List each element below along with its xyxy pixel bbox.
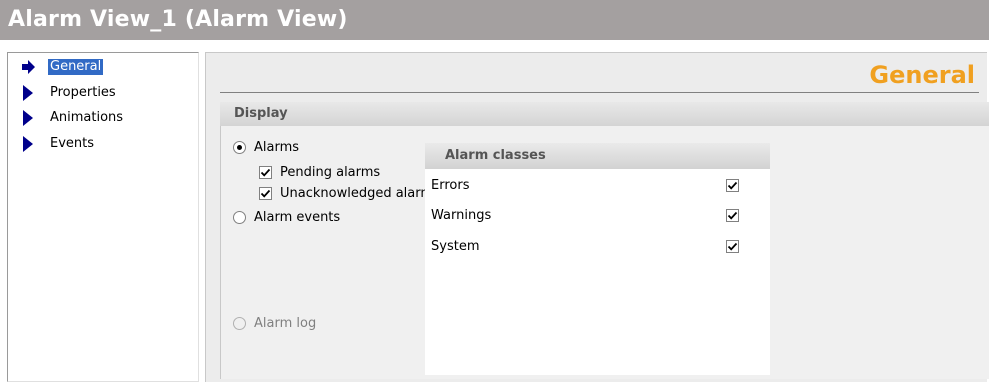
nav-item-label: Properties (50, 85, 116, 100)
nav-item-events[interactable]: Events (22, 134, 96, 154)
nav-item-animations[interactable]: Animations (22, 108, 125, 128)
alarm-class-name: Errors (431, 177, 470, 193)
unacknowledged-alarms-checkbox[interactable]: Unacknowledged alarms (259, 186, 440, 201)
divider (220, 92, 979, 93)
warnings-checkbox[interactable] (726, 208, 739, 222)
checkmark-icon (727, 181, 738, 190)
navigation-tree: General Properties Animations Events (7, 52, 199, 382)
window-title: Alarm View_1 (Alarm View) (0, 0, 989, 40)
triangle-right-icon (22, 85, 36, 101)
pending-alarms-checkbox[interactable]: Pending alarms (259, 165, 380, 180)
checkmark-icon (259, 187, 272, 200)
nav-item-general[interactable]: General (22, 57, 104, 77)
nav-item-label: General (48, 59, 104, 75)
radio-unchecked-icon (233, 211, 246, 224)
checkmark-icon (259, 166, 272, 179)
alarm-log-label: Alarm log (254, 316, 317, 331)
checkmark-icon (727, 242, 738, 251)
radio-checked-icon (233, 141, 246, 154)
alarm-events-radio[interactable]: Alarm events (233, 210, 340, 225)
section-title: General (869, 61, 975, 89)
alarm-classes-header: Alarm classes (425, 143, 770, 169)
checkmark-icon (727, 211, 738, 220)
nav-item-label: Animations (50, 110, 124, 125)
list-item: Errors (425, 170, 770, 200)
list-item: System (425, 231, 770, 261)
errors-checkbox[interactable] (726, 178, 739, 192)
radio-disabled-icon (233, 317, 246, 330)
triangle-right-icon (22, 110, 36, 126)
alarm-class-name: System (431, 238, 480, 254)
unacknowledged-alarms-label: Unacknowledged alarms (280, 186, 440, 201)
alarm-log-radio[interactable]: Alarm log (233, 316, 316, 331)
arrow-right-icon (22, 59, 36, 75)
alarm-events-label: Alarm events (254, 210, 341, 225)
alarm-class-name: Warnings (431, 207, 492, 223)
list-item: Warnings (425, 200, 770, 230)
pending-alarms-label: Pending alarms (280, 165, 381, 180)
alarm-classes-list: Alarm classes Errors Warnings System (425, 143, 770, 375)
nav-item-label: Events (50, 136, 95, 151)
alarms-radio[interactable]: Alarms (233, 140, 299, 155)
triangle-right-icon (22, 136, 36, 152)
alarms-label: Alarms (254, 140, 300, 155)
nav-item-properties[interactable]: Properties (22, 83, 118, 103)
system-checkbox[interactable] (726, 239, 739, 253)
display-group-header: Display (220, 102, 989, 126)
